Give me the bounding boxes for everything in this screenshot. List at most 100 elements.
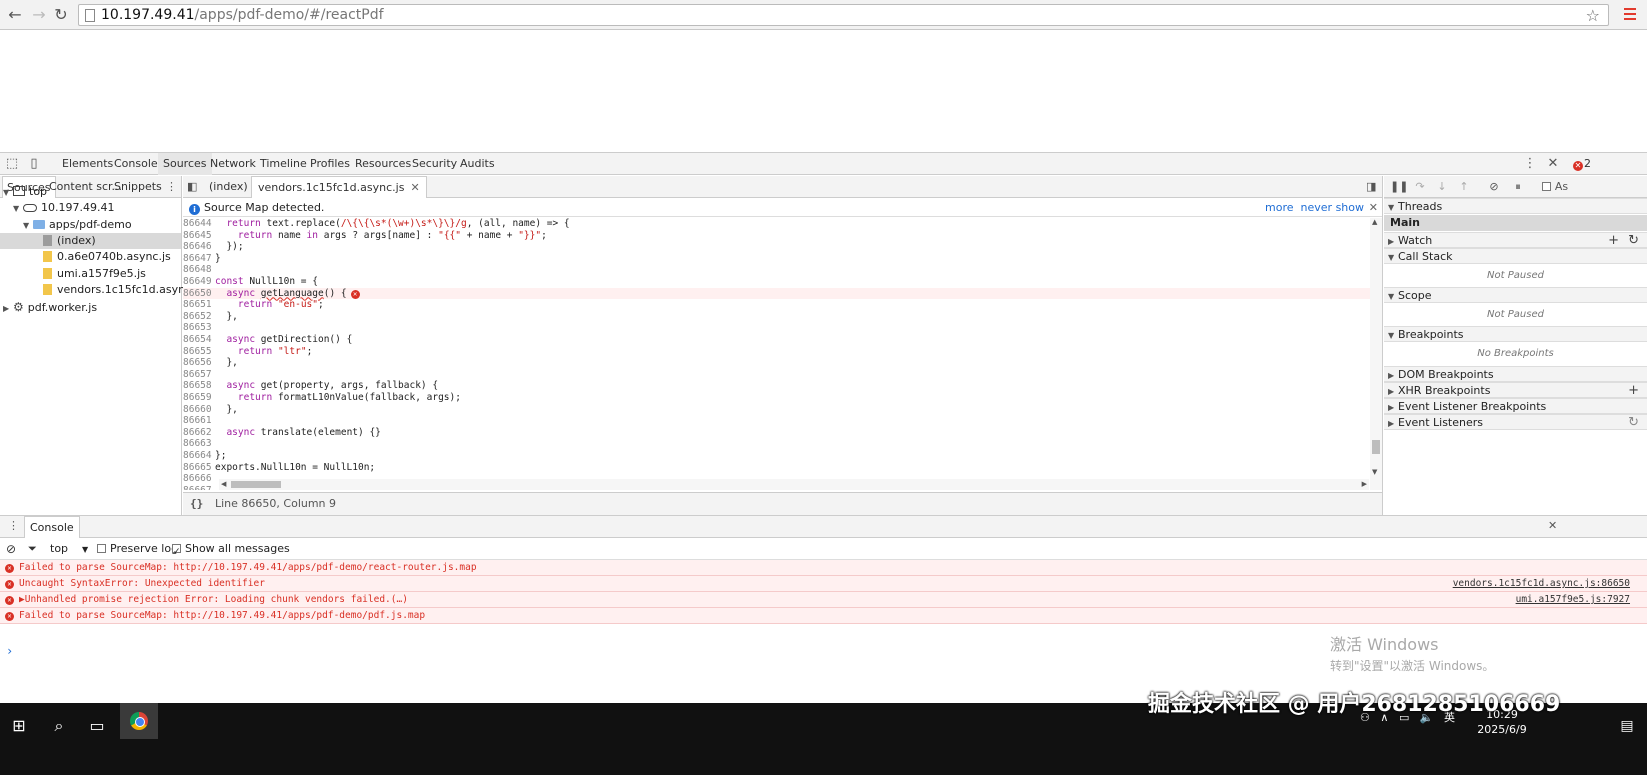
tab-security[interactable]: Security <box>412 153 457 175</box>
code-line[interactable]: 86651 return "en-us"; <box>183 299 1371 311</box>
preserve-log-checkbox[interactable]: Preserve log <box>97 538 178 560</box>
console-error-message[interactable]: ✕ Failed to parse SourceMap: http://10.19… <box>0 560 1647 576</box>
error-count-badge[interactable]: ✕ 2 <box>1573 157 1591 171</box>
tab-elements[interactable]: Elements <box>62 153 113 175</box>
toggle-debugger-icon[interactable]: ◨ <box>1366 176 1376 198</box>
code-line[interactable]: 86657 <box>183 369 1371 381</box>
code-line[interactable]: 86662 async translate(element) {} <box>183 427 1371 439</box>
tree-item[interactable]: ▶ ⚙ pdf.worker.js <box>0 299 181 315</box>
tab-resources[interactable]: Resources <box>355 153 411 175</box>
code-line[interactable]: 86648 <box>183 264 1371 276</box>
code-line[interactable]: 86649 const NullL10n = { <box>183 276 1371 288</box>
show-all-box[interactable] <box>172 541 181 563</box>
show-all-messages-checkbox[interactable]: Show all messages <box>172 538 290 563</box>
line-number[interactable]: 86655 <box>183 346 215 358</box>
step-over-icon[interactable]: ↷ <box>1412 179 1428 195</box>
line-number[interactable]: 86662 <box>183 427 215 439</box>
windows-start-icon[interactable]: ⊞ <box>4 711 34 741</box>
refresh-watch-icon[interactable]: ↻ <box>1628 233 1639 249</box>
drawer-menu-icon[interactable]: ⋮ <box>8 519 19 532</box>
code-line[interactable]: 86646 }); <box>183 241 1371 253</box>
line-number[interactable]: 86664 <box>183 450 215 462</box>
code-area[interactable]: 86644 return text.replace(/\{\{\s*(\w+)\… <box>183 218 1371 490</box>
notification-center-icon[interactable]: ▤ <box>1612 711 1642 741</box>
reload-button[interactable]: ↻ <box>50 4 72 26</box>
pretty-print-button[interactable]: {} <box>190 493 203 515</box>
expand-triangle-icon[interactable]: ▶ <box>3 301 13 317</box>
back-button[interactable]: ← <box>4 4 26 26</box>
refresh-listeners-icon[interactable]: ↻ <box>1628 415 1639 431</box>
console-error-message[interactable]: ✕ Failed to parse SourceMap: http://10.19… <box>0 608 1647 624</box>
preserve-log-box[interactable] <box>97 544 106 553</box>
watch-pane-header[interactable]: ▶ Watch + ↻ <box>1384 232 1647 248</box>
search-icon[interactable]: ⌕ <box>44 711 74 741</box>
code-vertical-scroll-thumb[interactable] <box>1372 440 1380 454</box>
tab-network[interactable]: Network <box>210 153 256 175</box>
code-horizontal-scrollbar[interactable]: ◀ ▶ <box>219 479 1369 490</box>
thread-main[interactable]: Main <box>1384 215 1647 231</box>
inline-error-icon[interactable]: ✕ <box>350 289 360 299</box>
line-number[interactable]: 86663 <box>183 438 215 450</box>
code-line[interactable]: 86644 return text.replace(/\{\{\s*(\w+)\… <box>183 218 1371 230</box>
address-bar[interactable]: 10.197.49.41/apps/pdf-demo/#/reactPdf ☆ <box>78 4 1609 26</box>
code-line[interactable]: 86653 <box>183 322 1371 334</box>
scroll-up-icon[interactable]: ▲ <box>1372 218 1377 226</box>
dom-breakpoints-pane-header[interactable]: ▶ DOM Breakpoints <box>1384 366 1647 382</box>
tree-item[interactable]: ▼ 10.197.49.41 <box>0 200 181 216</box>
line-number[interactable]: 86654 <box>183 334 215 346</box>
code-line[interactable]: 86663 <box>183 438 1371 450</box>
message-source-link[interactable]: vendors.1c15fc1d.async.js:86650 <box>1453 576 1630 592</box>
line-number[interactable]: 86649 <box>183 276 215 288</box>
code-line[interactable]: 86659 return formatL10nValue(fallback, a… <box>183 392 1371 404</box>
toggle-navigator-icon[interactable]: ◧ <box>187 176 197 198</box>
deactivate-breakpoints-icon[interactable]: ⊘ <box>1486 179 1502 195</box>
collapse-triangle-icon[interactable]: ▼ <box>23 218 33 234</box>
code-line[interactable]: 86664}; <box>183 450 1371 462</box>
message-source-link[interactable]: umi.a157f9e5.js:7927 <box>1516 592 1630 608</box>
more-options-icon[interactable]: ⋮ <box>1522 156 1538 172</box>
code-line[interactable]: 86650 async getLanguage() {✕ <box>183 287 1371 300</box>
line-number[interactable]: 86644 <box>183 218 215 230</box>
console-error-message[interactable]: ✕ Uncaught SyntaxError: Unexpected identi… <box>0 576 1647 592</box>
line-number[interactable]: 86665 <box>183 462 215 474</box>
line-number[interactable]: 86658 <box>183 380 215 392</box>
chrome-taskbar-button[interactable] <box>120 703 158 739</box>
close-drawer-icon[interactable]: ✕ <box>1548 519 1557 532</box>
scroll-down-icon[interactable]: ▼ <box>1372 468 1377 476</box>
editor-tab-index[interactable]: (index) <box>209 176 248 198</box>
event-listeners-pane-header[interactable]: ▶ Event Listeners ↻ <box>1384 414 1647 430</box>
console-prompt[interactable]: › <box>6 644 13 658</box>
code-line[interactable]: 86647} <box>183 253 1371 265</box>
code-line[interactable]: 86645 return name in args ? args[name] :… <box>183 230 1371 242</box>
line-number[interactable]: 86667 <box>183 485 215 490</box>
pause-on-exceptions-icon[interactable]: ⏸ <box>1510 179 1526 195</box>
task-view-icon[interactable]: ▭ <box>82 711 112 741</box>
breakpoints-pane-header[interactable]: ▼ Breakpoints <box>1384 326 1647 342</box>
line-number[interactable]: 86666 <box>183 473 215 485</box>
line-number[interactable]: 86648 <box>183 264 215 276</box>
code-line[interactable]: 86655 return "ltr"; <box>183 346 1371 358</box>
infobar-more-link[interactable]: more <box>1265 201 1294 214</box>
tab-console[interactable]: Console <box>114 153 158 175</box>
collapse-triangle-icon[interactable]: ▼ <box>3 185 13 201</box>
add-xhr-breakpoint-icon[interactable]: + <box>1628 383 1639 399</box>
code-horizontal-scroll-thumb[interactable] <box>231 481 281 488</box>
inspect-element-icon[interactable]: ⬚ <box>4 156 20 172</box>
scroll-right-icon[interactable]: ▶ <box>1362 479 1367 490</box>
step-out-icon[interactable]: ↑ <box>1456 179 1472 195</box>
tab-profiles[interactable]: Profiles <box>310 153 350 175</box>
line-number[interactable]: 86660 <box>183 404 215 416</box>
forward-button[interactable]: → <box>28 4 50 26</box>
tree-item[interactable]: (index) <box>0 233 181 249</box>
context-selector[interactable]: top ▼ <box>50 538 88 561</box>
code-line[interactable]: 86665 exports.NullL10n = NullL10n; <box>183 462 1371 474</box>
chrome-menu-button[interactable] <box>1620 5 1640 25</box>
line-number[interactable]: 86657 <box>183 369 215 381</box>
line-number[interactable]: 86651 <box>183 299 215 311</box>
tab-sources[interactable]: Sources <box>158 153 212 175</box>
tree-item[interactable]: ▼ apps/pdf-demo <box>0 217 181 233</box>
xhr-breakpoints-pane-header[interactable]: ▶ XHR Breakpoints + <box>1384 382 1647 398</box>
code-line[interactable]: 86660 }, <box>183 404 1371 416</box>
code-line[interactable]: 86656 }, <box>183 357 1371 369</box>
scope-pane-header[interactable]: ▼ Scope <box>1384 287 1647 303</box>
